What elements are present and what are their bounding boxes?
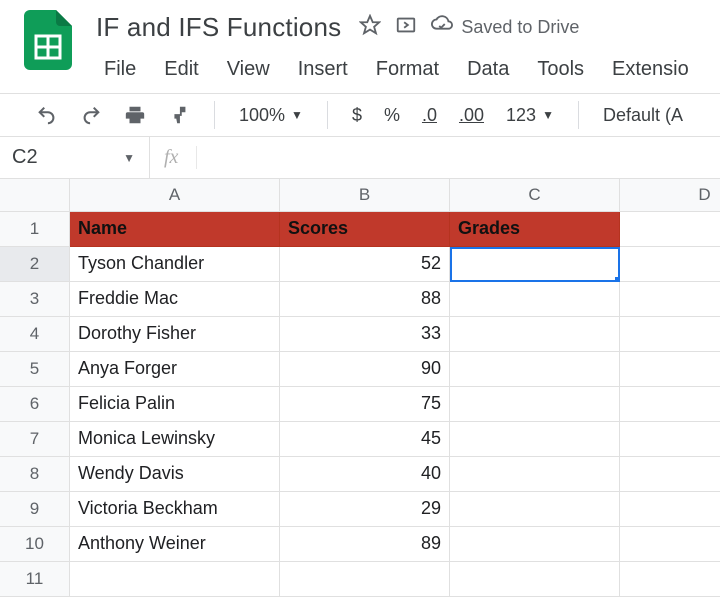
menu-data[interactable]: Data (459, 54, 517, 85)
row-header[interactable]: 5 (0, 352, 70, 387)
row-header[interactable]: 3 (0, 282, 70, 317)
move-icon[interactable] (395, 14, 417, 41)
cell[interactable] (620, 282, 720, 317)
menu-edit[interactable]: Edit (156, 54, 206, 85)
cell[interactable]: 40 (280, 457, 450, 492)
chevron-down-icon: ▼ (123, 151, 135, 165)
cell[interactable]: Freddie Mac (70, 282, 280, 317)
row-header[interactable]: 8 (0, 457, 70, 492)
row-header[interactable]: 1 (0, 212, 70, 247)
chevron-down-icon: ▼ (291, 108, 303, 122)
increase-decimal[interactable]: .00 (453, 101, 490, 130)
undo-icon[interactable] (30, 100, 64, 130)
cell[interactable] (280, 562, 450, 597)
cell[interactable]: Monica Lewinsky (70, 422, 280, 457)
zoom-select[interactable]: 100% ▼ (233, 101, 309, 130)
cell[interactable] (620, 317, 720, 352)
more-formats[interactable]: 123 ▼ (500, 101, 560, 130)
cell[interactable] (450, 282, 620, 317)
row-header[interactable]: 9 (0, 492, 70, 527)
saved-status[interactable]: Saved to Drive (431, 14, 579, 41)
active-cell[interactable] (450, 247, 620, 282)
menu-bar: File Edit View Insert Format Data Tools … (96, 54, 720, 85)
cell[interactable] (70, 562, 280, 597)
cell[interactable]: Victoria Beckham (70, 492, 280, 527)
menu-file[interactable]: File (96, 54, 144, 85)
row-header[interactable]: 7 (0, 422, 70, 457)
redo-icon[interactable] (74, 100, 108, 130)
cell[interactable] (620, 527, 720, 562)
row-header[interactable]: 6 (0, 387, 70, 422)
paint-format-icon[interactable] (162, 100, 196, 130)
cell[interactable] (450, 352, 620, 387)
saved-label: Saved to Drive (461, 17, 579, 38)
toolbar: 100% ▼ $ % .0 .00 123 ▼ Default (A (0, 93, 720, 137)
cell[interactable]: Wendy Davis (70, 457, 280, 492)
cell[interactable]: 45 (280, 422, 450, 457)
row-header[interactable]: 11 (0, 562, 70, 597)
cell[interactable]: Anya Forger (70, 352, 280, 387)
cell[interactable] (620, 422, 720, 457)
row-header[interactable]: 4 (0, 317, 70, 352)
cell[interactable] (620, 492, 720, 527)
cell[interactable]: 52 (280, 247, 450, 282)
cell[interactable]: Grades (450, 212, 620, 247)
format-percent[interactable]: % (378, 101, 406, 130)
cell[interactable]: Felicia Palin (70, 387, 280, 422)
cell[interactable]: Anthony Weiner (70, 527, 280, 562)
doc-title[interactable]: IF and IFS Functions (96, 12, 341, 43)
menu-tools[interactable]: Tools (529, 54, 592, 85)
format-currency[interactable]: $ (346, 101, 368, 130)
col-header-C[interactable]: C (450, 179, 620, 212)
cell[interactable] (620, 212, 720, 247)
cell[interactable] (620, 352, 720, 387)
row-header[interactable]: 2 (0, 247, 70, 282)
cell[interactable]: Tyson Chandler (70, 247, 280, 282)
spreadsheet-grid[interactable]: A B C D 1 Name Scores Grades 2 Tyson Cha… (0, 179, 720, 597)
print-icon[interactable] (118, 100, 152, 130)
cell[interactable] (450, 387, 620, 422)
cell[interactable]: 88 (280, 282, 450, 317)
sheets-logo[interactable] (24, 10, 72, 70)
col-header-A[interactable]: A (70, 179, 280, 212)
cell[interactable]: Dorothy Fisher (70, 317, 280, 352)
star-icon[interactable] (359, 14, 381, 41)
cell[interactable] (620, 247, 720, 282)
cell[interactable]: 89 (280, 527, 450, 562)
cell[interactable] (450, 422, 620, 457)
menu-view[interactable]: View (219, 54, 278, 85)
cell[interactable] (620, 562, 720, 597)
cell[interactable] (450, 457, 620, 492)
menu-extensions[interactable]: Extensio (604, 54, 697, 85)
name-box[interactable]: C2 ▼ (0, 137, 150, 178)
cell[interactable]: 75 (280, 387, 450, 422)
select-all-corner[interactable] (0, 179, 70, 212)
cell[interactable] (620, 457, 720, 492)
fx-label: fx (164, 146, 197, 169)
menu-format[interactable]: Format (368, 54, 447, 85)
cell[interactable] (450, 317, 620, 352)
cell[interactable]: 33 (280, 317, 450, 352)
row-header[interactable]: 10 (0, 527, 70, 562)
decrease-decimal[interactable]: .0 (416, 101, 443, 130)
cell[interactable]: 29 (280, 492, 450, 527)
chevron-down-icon: ▼ (542, 108, 554, 122)
fill-handle[interactable] (615, 277, 620, 282)
font-select[interactable]: Default (A (597, 101, 689, 130)
cell[interactable]: Scores (280, 212, 450, 247)
cell[interactable] (450, 492, 620, 527)
cell[interactable] (450, 527, 620, 562)
menu-insert[interactable]: Insert (290, 54, 356, 85)
cell[interactable] (450, 562, 620, 597)
col-header-D[interactable]: D (620, 179, 720, 212)
col-header-B[interactable]: B (280, 179, 450, 212)
formula-input[interactable] (209, 146, 706, 169)
cell[interactable] (620, 387, 720, 422)
cell[interactable]: 90 (280, 352, 450, 387)
cell[interactable]: Name (70, 212, 280, 247)
